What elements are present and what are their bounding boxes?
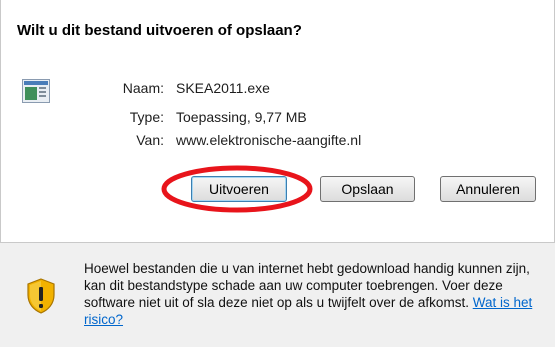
run-button[interactable]: Uitvoeren xyxy=(191,176,287,202)
file-source-label: Van: xyxy=(136,132,164,148)
file-type-label: Type: xyxy=(129,109,164,125)
warning-text: Hoewel bestanden die u van internet hebt… xyxy=(84,260,544,328)
file-info-pane: Wilt u dit bestand uitvoeren of opslaan?… xyxy=(0,0,555,242)
file-name-label: Naam: xyxy=(122,80,164,96)
download-dialog: Wilt u dit bestand uitvoeren of opslaan?… xyxy=(0,0,555,347)
file-name-value: SKEA2011.exe xyxy=(176,80,270,96)
cancel-button[interactable]: Annuleren xyxy=(440,176,536,202)
warning-message: Hoewel bestanden die u van internet hebt… xyxy=(84,261,530,310)
file-source-value: www.elektronische-aangifte.nl xyxy=(176,132,362,148)
security-shield-icon xyxy=(27,278,55,314)
dialog-title: Wilt u dit bestand uitvoeren of opslaan? xyxy=(17,22,302,39)
file-type-value: Toepassing, 9,77 MB xyxy=(176,109,307,125)
save-button[interactable]: Opslaan xyxy=(320,176,415,202)
executable-file-icon xyxy=(22,79,50,103)
